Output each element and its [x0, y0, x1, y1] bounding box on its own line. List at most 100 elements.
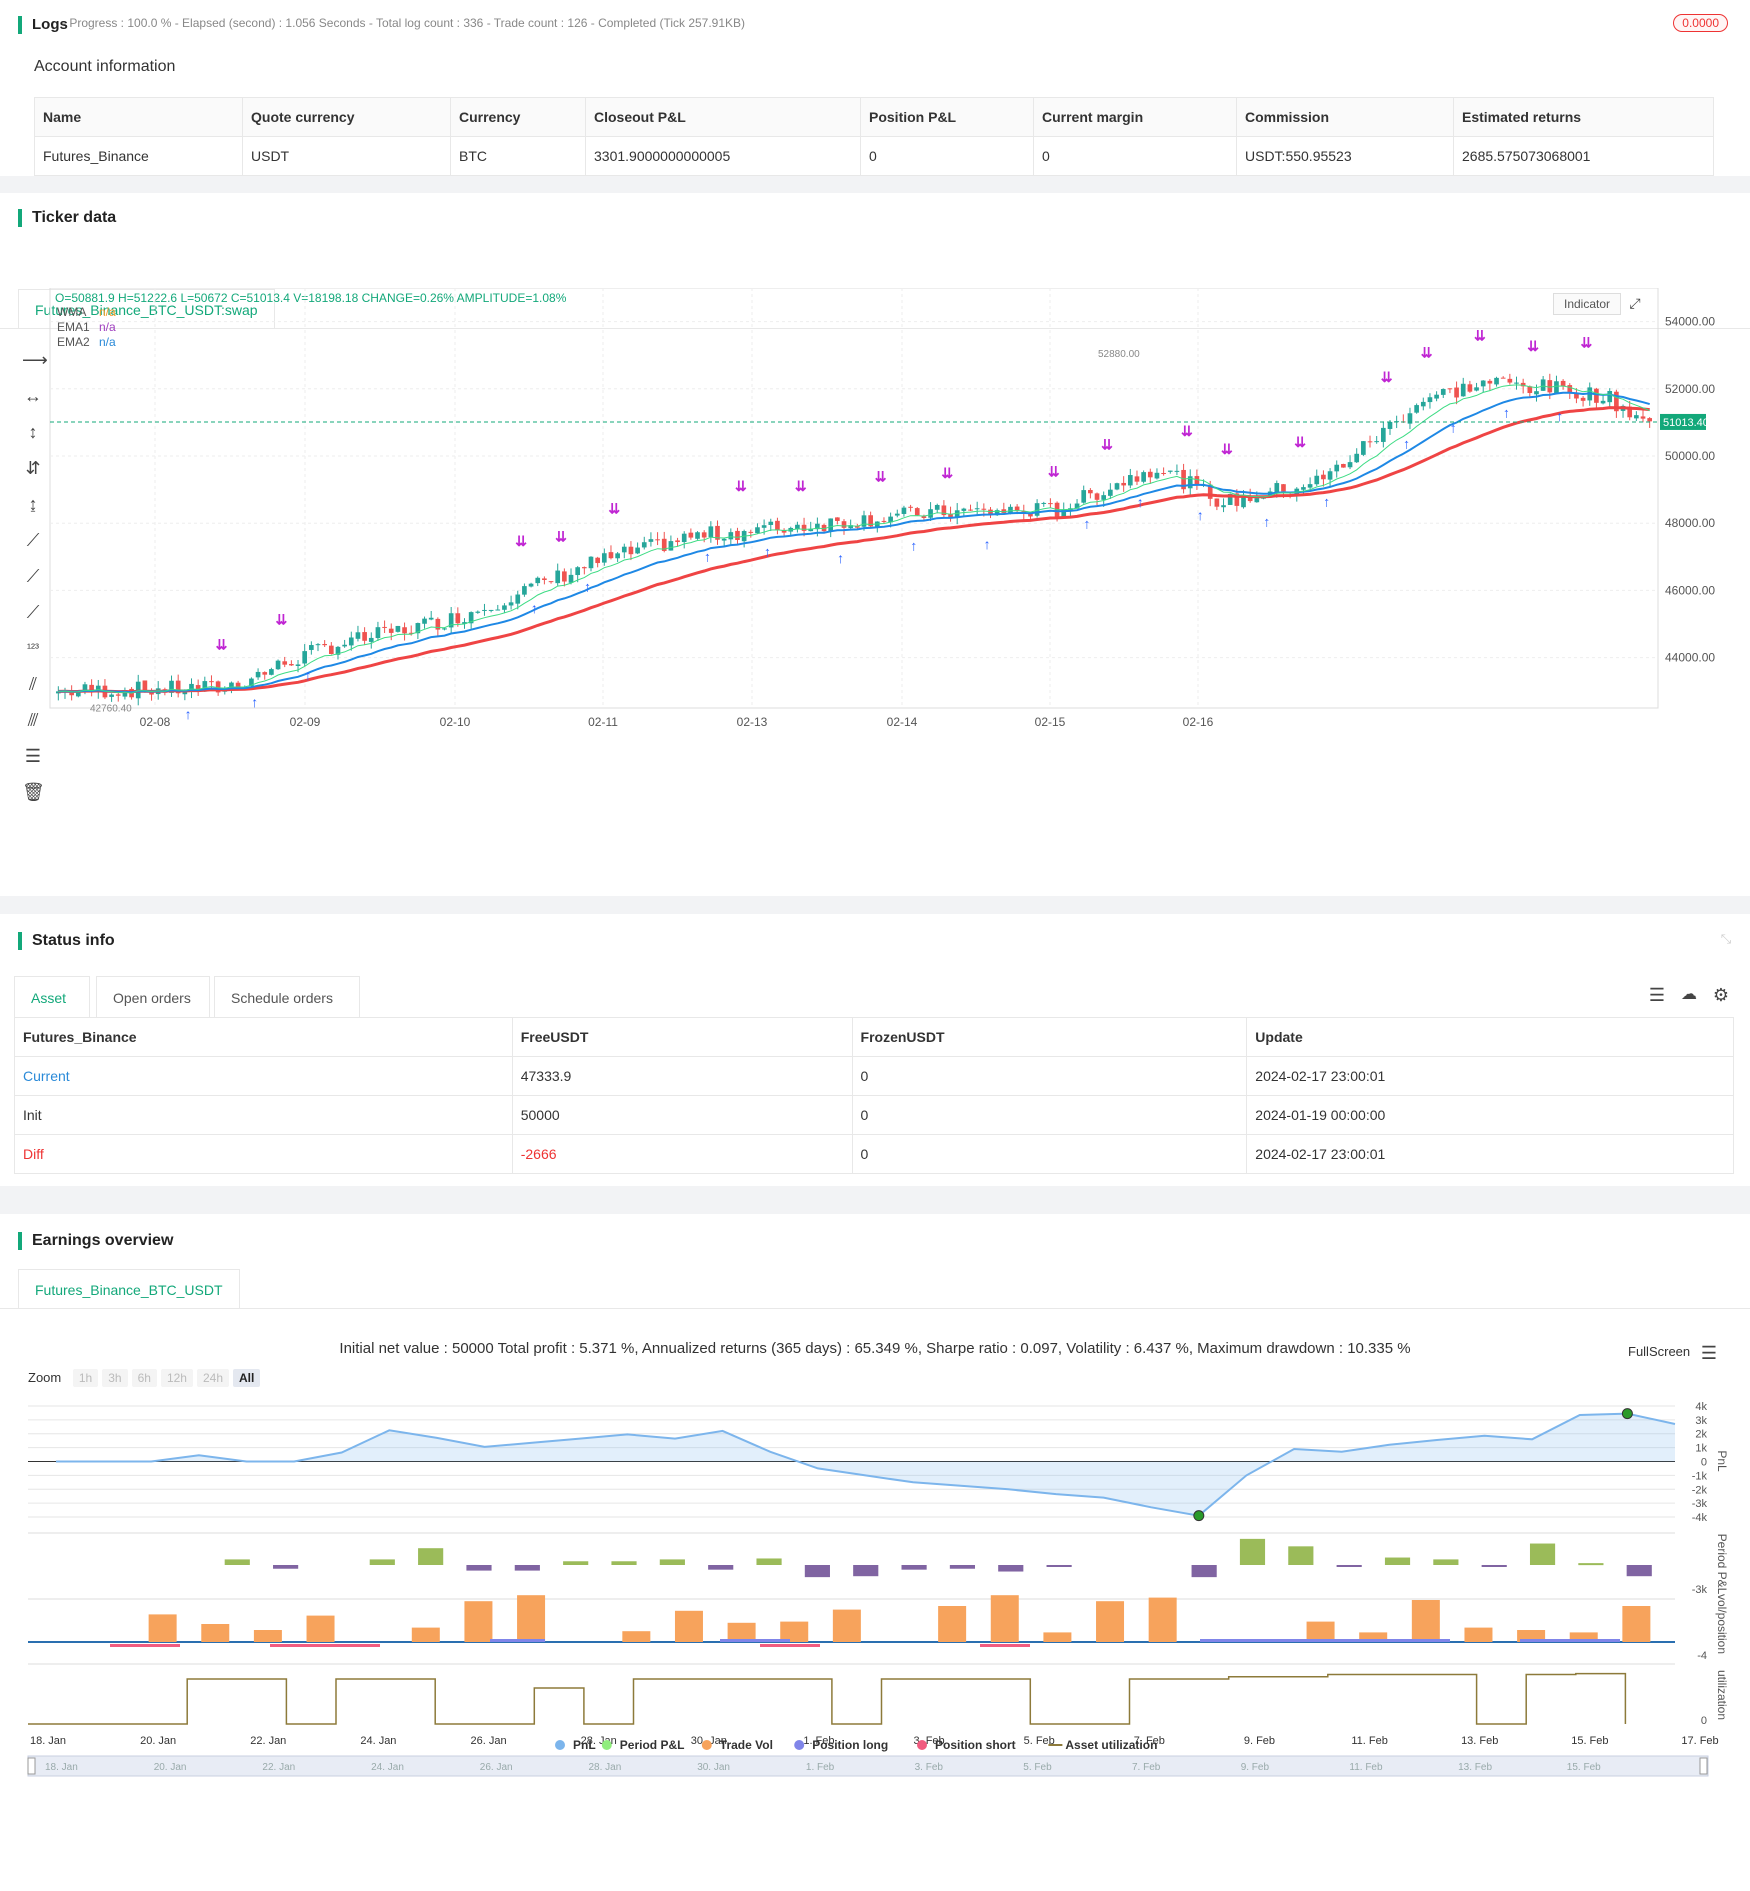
candle-body: [1507, 378, 1513, 383]
account-col-header: Position P&L: [860, 97, 1034, 137]
candle-body: [322, 644, 327, 646]
position-short-bar: [270, 1644, 380, 1647]
buy-arrow-marker: ↑: [531, 600, 538, 616]
earnings-chart[interactable]: 4k3k2k1k0-1k-2k-3k-4k-3k-40PnLPeriod P&L…: [0, 1399, 1750, 1859]
tab-asset[interactable]: Asset: [14, 976, 90, 1018]
buy-arrow-marker: ↑: [1323, 493, 1330, 509]
navigator-left-handle[interactable]: [27, 1757, 36, 1775]
position-short-bar: [980, 1644, 1030, 1647]
candle-body: [1347, 462, 1353, 468]
legend-label[interactable]: Position short: [935, 1738, 1016, 1752]
candle-body: [968, 509, 973, 511]
candle-body: [1161, 472, 1166, 474]
status-title: Status info: [18, 932, 115, 950]
chart-menu-icon[interactable]: ☰: [1698, 1342, 1720, 1364]
fib-icon[interactable]: ⫻: [22, 709, 44, 731]
candle-body: [755, 527, 760, 534]
period-pnl-bar: [1578, 1563, 1604, 1566]
vertical-line-icon[interactable]: ↕: [22, 421, 44, 443]
candle-body: [901, 507, 907, 514]
fullscreen-button[interactable]: FullScreen: [1628, 1344, 1690, 1359]
vertical-segment-icon[interactable]: ⇵: [22, 457, 44, 479]
candle-body: [1088, 489, 1093, 494]
candle-body: [708, 526, 714, 538]
pnl-tick-label: 2k: [1695, 1429, 1707, 1441]
position-short-bar: [760, 1644, 820, 1647]
navigator-right-handle[interactable]: [1699, 1757, 1708, 1775]
parallel-channel-icon[interactable]: ⫽: [22, 673, 44, 695]
candle-body: [502, 605, 507, 610]
asset-cell: 47333.9: [511, 1056, 853, 1096]
price-range-icon[interactable]: ↨: [22, 493, 44, 515]
logs-panel: Logs - Progress : 100.0 % - Elapsed (sec…: [0, 0, 1750, 176]
navigator-date-label: 1. Feb: [806, 1762, 835, 1773]
buy-arrow-marker: ↑: [1263, 514, 1270, 530]
tab-schedule-orders[interactable]: Schedule orders: [214, 976, 360, 1018]
legend-label[interactable]: Position long: [812, 1738, 888, 1752]
ticker-title: Ticker data: [18, 209, 116, 227]
candle-body: [402, 627, 407, 634]
low-price-label: 42760.40: [90, 703, 132, 714]
zoom-button-1h[interactable]: 1h: [72, 1369, 99, 1387]
legend-label[interactable]: Period P&L: [620, 1738, 685, 1752]
candle-body: [455, 613, 461, 624]
legend-label[interactable]: PnL: [573, 1738, 596, 1752]
x-tick-label: 02-11: [588, 715, 618, 729]
candle-body: [1474, 387, 1479, 391]
list-icon[interactable]: ☰: [1646, 984, 1668, 1006]
horizontal-ray-icon[interactable]: ↔: [22, 385, 44, 407]
zoom-button-3h[interactable]: 3h: [102, 1369, 128, 1387]
y-tick-label: 52000.00: [1665, 382, 1715, 396]
candle-body: [269, 669, 274, 675]
zoom-button-24h[interactable]: 24h: [196, 1369, 229, 1387]
asset-cell: 2024-02-17 23:00:01: [1246, 1134, 1734, 1174]
trend-line-icon[interactable]: ⟋: [22, 529, 44, 551]
horizontal-line-icon[interactable]: ⟶: [22, 349, 48, 371]
candle-body: [735, 530, 740, 540]
candle-body: [768, 521, 774, 525]
zoom-button-12h[interactable]: 12h: [160, 1369, 193, 1387]
x-date-label: 26. Jan: [470, 1735, 506, 1747]
candle-body: [648, 539, 654, 542]
candle-body: [1467, 384, 1473, 392]
candle-body: [1214, 498, 1220, 507]
candle-body: [368, 637, 374, 642]
candle-body: [355, 632, 361, 639]
settings-gear-icon[interactable]: ⚙: [1710, 984, 1732, 1006]
candle-body: [608, 552, 614, 559]
candle-body: [908, 506, 913, 508]
cloud-download-icon[interactable]: ☁: [1678, 984, 1700, 1006]
candle-body: [655, 539, 660, 541]
extended-line-icon[interactable]: ⟋: [22, 601, 44, 623]
legend-label[interactable]: Asset utilization: [1065, 1738, 1157, 1752]
buy-arrow-marker: ↑: [1556, 408, 1563, 424]
candle-body: [1281, 484, 1286, 492]
tab-earnings-symbol[interactable]: Futures_Binance_BTC_USDT: [18, 1269, 240, 1309]
candle-body: [582, 567, 587, 569]
close-arrow-marker: ⇊: [515, 533, 527, 549]
trash-icon[interactable]: 🗑: [22, 781, 45, 803]
price-label-icon[interactable]: ¹²³: [22, 637, 44, 659]
candle-body: [495, 609, 501, 611]
trade-vol-bar: [148, 1614, 177, 1642]
x-date-label: 11. Feb: [1351, 1735, 1388, 1747]
candle-body: [1354, 453, 1360, 463]
zoom-button-All[interactable]: All: [233, 1369, 261, 1387]
trade-vol-bar: [1306, 1621, 1335, 1642]
asset-col-header: FrozenUSDT: [851, 1017, 1248, 1057]
period-pnl-bar: [708, 1565, 734, 1570]
zoom-button-6h[interactable]: 6h: [131, 1369, 157, 1387]
horizontal-lines-icon[interactable]: ☰: [22, 745, 44, 767]
candle-body: [362, 632, 367, 641]
x-tick-label: 02-13: [737, 715, 768, 729]
candle-body: [894, 513, 900, 516]
candlestick-chart[interactable]: 54000.00 52000.00 50000.00 48000.00 46000.00…: [48, 288, 1748, 748]
buy-arrow-marker: ↑: [584, 579, 591, 595]
x-date-label: 22. Jan: [250, 1735, 286, 1747]
ray-line-icon[interactable]: ⟋: [22, 565, 44, 587]
account-col-header: Currency: [450, 97, 586, 137]
period-pnl-bar: [804, 1565, 830, 1578]
tab-open-orders[interactable]: Open orders: [96, 976, 210, 1018]
collapse-icon[interactable]: ⤡: [1715, 928, 1737, 950]
legend-label[interactable]: Trade Vol: [720, 1738, 773, 1752]
